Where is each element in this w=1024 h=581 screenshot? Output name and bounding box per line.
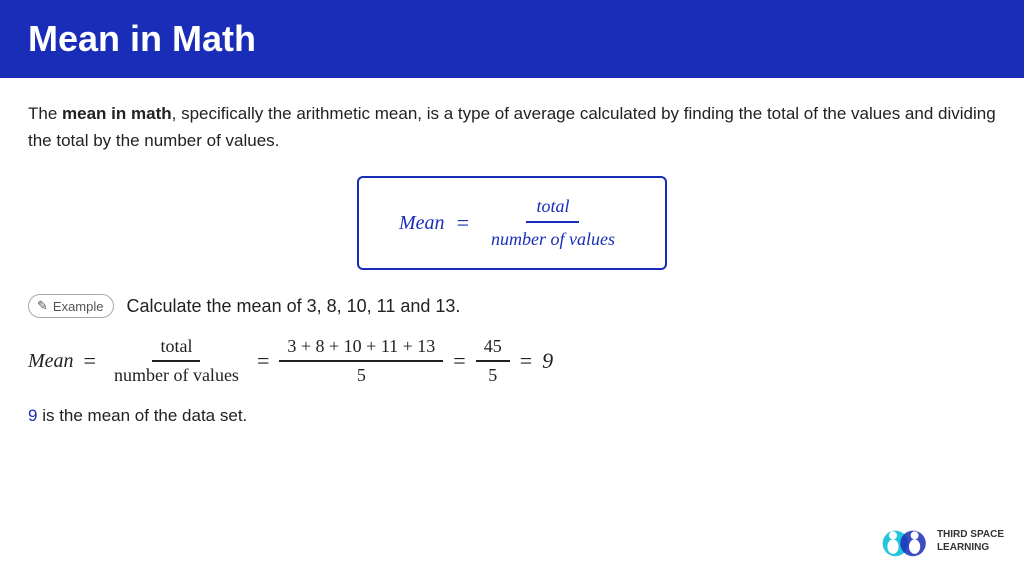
formula-denominator: number of values: [481, 225, 625, 250]
example-question: Calculate the mean of 3, 8, 10, 11 and 1…: [126, 296, 460, 317]
calc-result: 9: [542, 348, 553, 374]
calc-equals-4: =: [520, 348, 532, 374]
calc-frac1-numerator: total: [152, 336, 200, 362]
tsl-icon-svg: [881, 521, 929, 561]
intro-paragraph: The mean in math, specifically the arith…: [28, 100, 996, 154]
header: Mean in Math: [0, 0, 1024, 78]
calc-frac3-denominator: 5: [480, 362, 505, 386]
formula-fraction: total number of values: [481, 196, 625, 250]
tsl-text: THIRD SPACE LEARNING: [937, 528, 1004, 554]
pencil-icon: ✎: [37, 298, 48, 314]
calc-fraction-3: 45 5: [476, 336, 510, 386]
page-title: Mean in Math: [28, 18, 996, 60]
page-wrapper: Mean in Math The mean in math, specifica…: [0, 0, 1024, 581]
calc-equals-3: =: [453, 348, 465, 374]
tsl-logo: THIRD SPACE LEARNING: [881, 521, 1004, 561]
bold-term: mean in math: [62, 104, 172, 123]
calculation-row: Mean = total number of values = 3 + 8 + …: [28, 336, 996, 386]
conclusion-text: is the mean of the data set.: [37, 406, 247, 425]
calc-frac3-numerator: 45: [476, 336, 510, 362]
tsl-line1: THIRD SPACE: [937, 528, 1004, 541]
intro-text-end: , specifically the arithmetic mean, is a…: [28, 104, 996, 150]
calc-equals-2: =: [257, 348, 269, 374]
calc-frac2-denominator: 5: [349, 362, 374, 386]
conclusion: 9 is the mean of the data set.: [28, 406, 996, 426]
formula-box: Mean = total number of values: [357, 176, 667, 270]
formula-equals: =: [457, 210, 469, 236]
tsl-line2: LEARNING: [937, 541, 1004, 554]
formula-numerator: total: [526, 196, 579, 223]
calc-equals-1: =: [84, 348, 96, 374]
calc-label: Mean: [28, 350, 74, 373]
example-badge: ✎ Example: [28, 294, 114, 318]
example-row: ✎ Example Calculate the mean of 3, 8, 10…: [28, 294, 996, 318]
main-content: The mean in math, specifically the arith…: [0, 78, 1024, 442]
example-badge-label: Example: [53, 299, 104, 314]
calc-frac2-numerator: 3 + 8 + 10 + 11 + 13: [279, 336, 443, 362]
formula-box-container: Mean = total number of values: [28, 176, 996, 270]
calc-fraction-1: total number of values: [106, 336, 247, 386]
calc-fraction-2: 3 + 8 + 10 + 11 + 13 5: [279, 336, 443, 386]
calc-frac1-denominator: number of values: [106, 362, 247, 386]
formula-label: Mean: [399, 212, 445, 235]
